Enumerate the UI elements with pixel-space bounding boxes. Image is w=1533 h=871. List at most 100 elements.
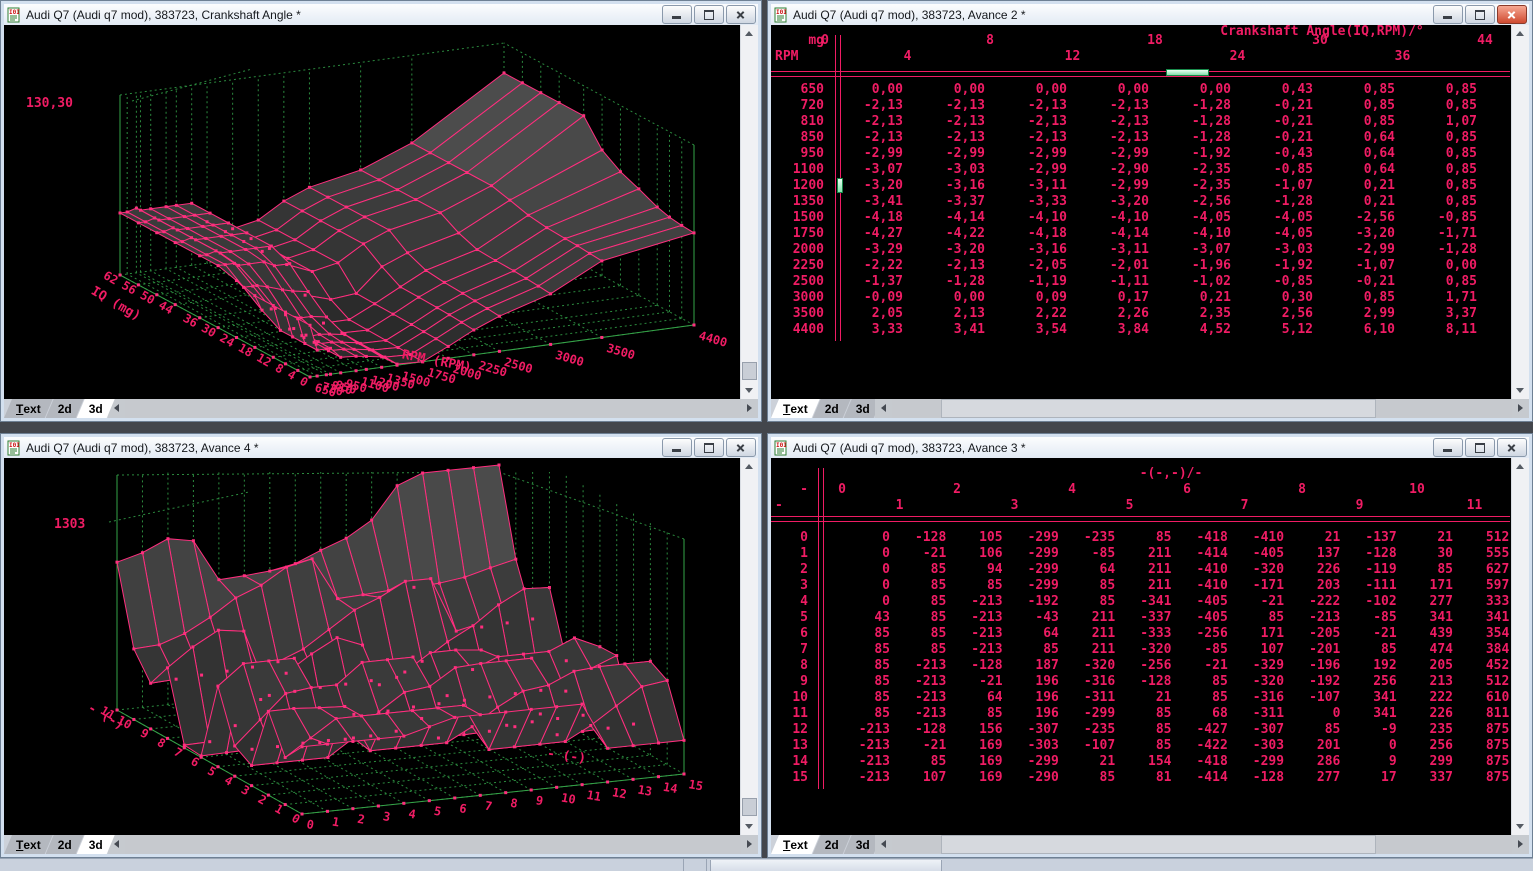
- cell[interactable]: -3,29: [833, 243, 903, 256]
- cell[interactable]: -3,20: [833, 179, 903, 192]
- cell[interactable]: -3,20: [1325, 227, 1395, 240]
- cell[interactable]: -3,11: [1079, 243, 1149, 256]
- cell[interactable]: -0,09: [833, 291, 903, 304]
- tab-scroll-right-button[interactable]: [1512, 835, 1529, 854]
- cell[interactable]: -2,99: [833, 147, 903, 160]
- cell[interactable]: 3,33: [833, 323, 903, 336]
- cell[interactable]: -1,92: [1243, 259, 1313, 272]
- cell[interactable]: -3,11: [997, 179, 1067, 192]
- horizontal-scrollbar[interactable]: [892, 399, 1512, 418]
- cell[interactable]: -3,03: [915, 163, 985, 176]
- cell[interactable]: 0,00: [1161, 83, 1231, 96]
- cell[interactable]: -1,28: [1161, 99, 1231, 112]
- cell[interactable]: 0,00: [997, 83, 1067, 96]
- cell[interactable]: -2,13: [915, 131, 985, 144]
- cell[interactable]: 0,85: [1325, 291, 1395, 304]
- surface-plot-crankshaft[interactable]: 6507208108509501100120013501500175020002…: [4, 25, 743, 399]
- vertical-scrollbar[interactable]: [740, 25, 758, 399]
- cell[interactable]: -0,85: [1407, 211, 1477, 224]
- cell[interactable]: -3,07: [1161, 243, 1231, 256]
- cell[interactable]: -0,43: [1243, 147, 1313, 160]
- cell[interactable]: 0,85: [1407, 275, 1477, 288]
- close-button[interactable]: [1497, 438, 1527, 457]
- cell[interactable]: -1,28: [1161, 131, 1231, 144]
- cell[interactable]: 0,00: [915, 83, 985, 96]
- cell[interactable]: -2,13: [833, 115, 903, 128]
- cell[interactable]: 0,85: [1407, 99, 1477, 112]
- cell[interactable]: 0,21: [1325, 179, 1395, 192]
- cell[interactable]: 512: [1439, 531, 1509, 544]
- cell[interactable]: -2,13: [997, 99, 1067, 112]
- cell[interactable]: -3,07: [833, 163, 903, 176]
- cell[interactable]: -4,10: [1079, 211, 1149, 224]
- cell[interactable]: 875: [1439, 739, 1509, 752]
- cell[interactable]: -2,13: [915, 99, 985, 112]
- cell[interactable]: -1,11: [1079, 275, 1149, 288]
- cell[interactable]: 0,17: [1079, 291, 1149, 304]
- cell[interactable]: -2,13: [1079, 131, 1149, 144]
- cell[interactable]: -2,13: [997, 131, 1067, 144]
- cell[interactable]: 0,85: [1325, 83, 1395, 96]
- tab-scroll-right-button[interactable]: [741, 399, 758, 418]
- vertical-scrollbar[interactable]: [1511, 25, 1529, 399]
- cell[interactable]: 555: [1439, 547, 1509, 560]
- cell[interactable]: -2,13: [915, 115, 985, 128]
- cell[interactable]: -0,85: [1243, 163, 1313, 176]
- scroll-up-button[interactable]: [1512, 458, 1529, 475]
- scrollbar-thumb[interactable]: [742, 798, 757, 816]
- horizontal-scrollbar[interactable]: [125, 399, 741, 418]
- cell[interactable]: -4,18: [833, 211, 903, 224]
- cell[interactable]: 3,41: [915, 323, 985, 336]
- cell[interactable]: 875: [1439, 723, 1509, 736]
- cell[interactable]: -1,92: [1161, 147, 1231, 160]
- cell[interactable]: -2,13: [833, 131, 903, 144]
- cell[interactable]: -2,56: [1161, 195, 1231, 208]
- surface-plot-avance4[interactable]: 012345678910111213141501234567891011- (-…: [4, 458, 743, 835]
- cell[interactable]: 811: [1439, 707, 1509, 720]
- cell[interactable]: 2,05: [833, 307, 903, 320]
- cell[interactable]: -3,37: [915, 195, 985, 208]
- cell[interactable]: 2,22: [997, 307, 1067, 320]
- cell[interactable]: -2,01: [1079, 259, 1149, 272]
- cell[interactable]: 333: [1439, 595, 1509, 608]
- cell[interactable]: 2,35: [1161, 307, 1231, 320]
- cell[interactable]: -3,03: [1243, 243, 1313, 256]
- tab-scroll-right-button[interactable]: [1512, 399, 1529, 418]
- cell[interactable]: -2,13: [915, 259, 985, 272]
- cell[interactable]: -1,28: [1243, 195, 1313, 208]
- cell[interactable]: 0,00: [1079, 83, 1149, 96]
- cell[interactable]: 0,00: [915, 291, 985, 304]
- minimize-button[interactable]: [1433, 5, 1463, 24]
- cell[interactable]: -2,35: [1161, 179, 1231, 192]
- cell[interactable]: 354: [1439, 627, 1509, 640]
- cell[interactable]: -2,99: [1325, 243, 1395, 256]
- cell[interactable]: -1,28: [1407, 243, 1477, 256]
- close-button[interactable]: [1497, 5, 1527, 24]
- cell[interactable]: 0,85: [1325, 99, 1395, 112]
- cell[interactable]: -2,56: [1325, 211, 1395, 224]
- cell[interactable]: 0,21: [1161, 291, 1231, 304]
- cell[interactable]: -3,16: [915, 179, 985, 192]
- cell[interactable]: -1,19: [997, 275, 1067, 288]
- cell[interactable]: 610: [1439, 691, 1509, 704]
- vertical-scrollbar[interactable]: [740, 458, 758, 835]
- cell[interactable]: 0,85: [1407, 179, 1477, 192]
- scroll-down-button[interactable]: [1512, 818, 1529, 835]
- restore-button[interactable]: [1465, 5, 1495, 24]
- cell[interactable]: -1,02: [1161, 275, 1231, 288]
- cell[interactable]: -4,05: [1161, 211, 1231, 224]
- cell[interactable]: -4,18: [997, 227, 1067, 240]
- cell[interactable]: -2,99: [1079, 179, 1149, 192]
- cell[interactable]: 0,00: [1407, 259, 1477, 272]
- cell[interactable]: 0,30: [1243, 291, 1313, 304]
- cell[interactable]: 2,13: [915, 307, 985, 320]
- cell[interactable]: -4,22: [915, 227, 985, 240]
- cell[interactable]: 0,85: [1407, 83, 1477, 96]
- cell[interactable]: 8,11: [1407, 323, 1477, 336]
- cell[interactable]: 875: [1439, 755, 1509, 768]
- cell[interactable]: 1,71: [1407, 291, 1477, 304]
- tab-scroll-left-button[interactable]: [875, 835, 892, 854]
- close-button[interactable]: [726, 438, 756, 457]
- cell[interactable]: -2,13: [1079, 99, 1149, 112]
- scrollbar-thumb[interactable]: [742, 362, 757, 380]
